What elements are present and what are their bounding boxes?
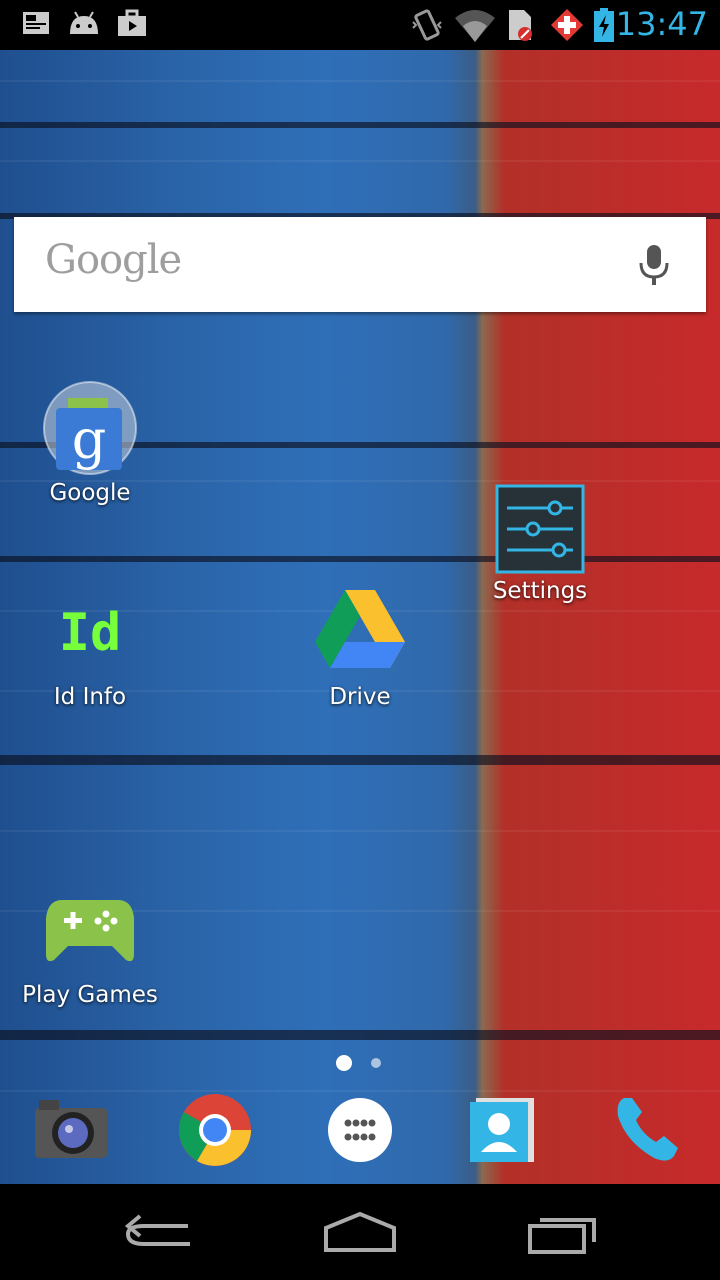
google-logo: Google xyxy=(45,237,182,283)
dock-camera[interactable] xyxy=(31,1090,111,1170)
mic-icon[interactable] xyxy=(636,243,672,287)
phone-icon xyxy=(617,1098,678,1161)
screenshot-icon xyxy=(23,12,49,34)
battery-charging-icon xyxy=(594,8,614,42)
vibrate-icon xyxy=(412,9,442,41)
google-folder-icon: g xyxy=(43,381,137,475)
dock-chrome[interactable] xyxy=(175,1090,255,1170)
briefcase-icon xyxy=(118,9,146,36)
recents-icon[interactable] xyxy=(510,1202,610,1262)
page-dot xyxy=(371,1058,381,1068)
app-label: Settings xyxy=(492,578,588,604)
sim-icon xyxy=(509,10,532,41)
drive-icon xyxy=(315,590,405,668)
svg-text:Id: Id xyxy=(59,603,122,663)
status-bar: 13:47 xyxy=(0,0,720,50)
app-label: Drive xyxy=(329,684,391,710)
page-indicator xyxy=(0,1053,720,1073)
red-cross-icon xyxy=(551,9,583,41)
page-dot-active xyxy=(336,1055,352,1071)
app-settings[interactable]: Settings xyxy=(450,484,630,604)
app-id-info[interactable]: Id Id Info xyxy=(0,590,180,710)
back-icon[interactable] xyxy=(110,1202,210,1262)
dock-app-drawer[interactable] xyxy=(320,1090,400,1170)
chrome-icon xyxy=(179,1094,251,1166)
app-label: Play Games xyxy=(22,982,158,1008)
app-label: Id Info xyxy=(53,684,127,710)
wifi-icon xyxy=(455,10,495,42)
status-clock: 13:47 xyxy=(615,5,708,43)
id-info-icon: Id xyxy=(59,603,122,663)
dock-contacts[interactable] xyxy=(464,1090,544,1170)
app-google[interactable]: g Google xyxy=(0,380,180,506)
dock-phone[interactable] xyxy=(608,1090,688,1170)
navigation-bar xyxy=(0,1184,720,1280)
app-play-games[interactable]: Play Games xyxy=(0,888,180,1008)
app-label: Google xyxy=(49,480,131,506)
svg-text:g: g xyxy=(72,408,107,471)
google-search-bar[interactable]: Google xyxy=(14,217,706,312)
app-drive[interactable]: Drive xyxy=(270,584,450,710)
play-games-icon xyxy=(46,900,134,962)
app-drawer-icon xyxy=(328,1098,392,1162)
home-icon[interactable] xyxy=(310,1202,410,1262)
android-debug-icon xyxy=(70,11,98,34)
contacts-icon xyxy=(470,1098,534,1162)
camera-icon xyxy=(35,1100,107,1158)
settings-icon xyxy=(495,484,585,574)
